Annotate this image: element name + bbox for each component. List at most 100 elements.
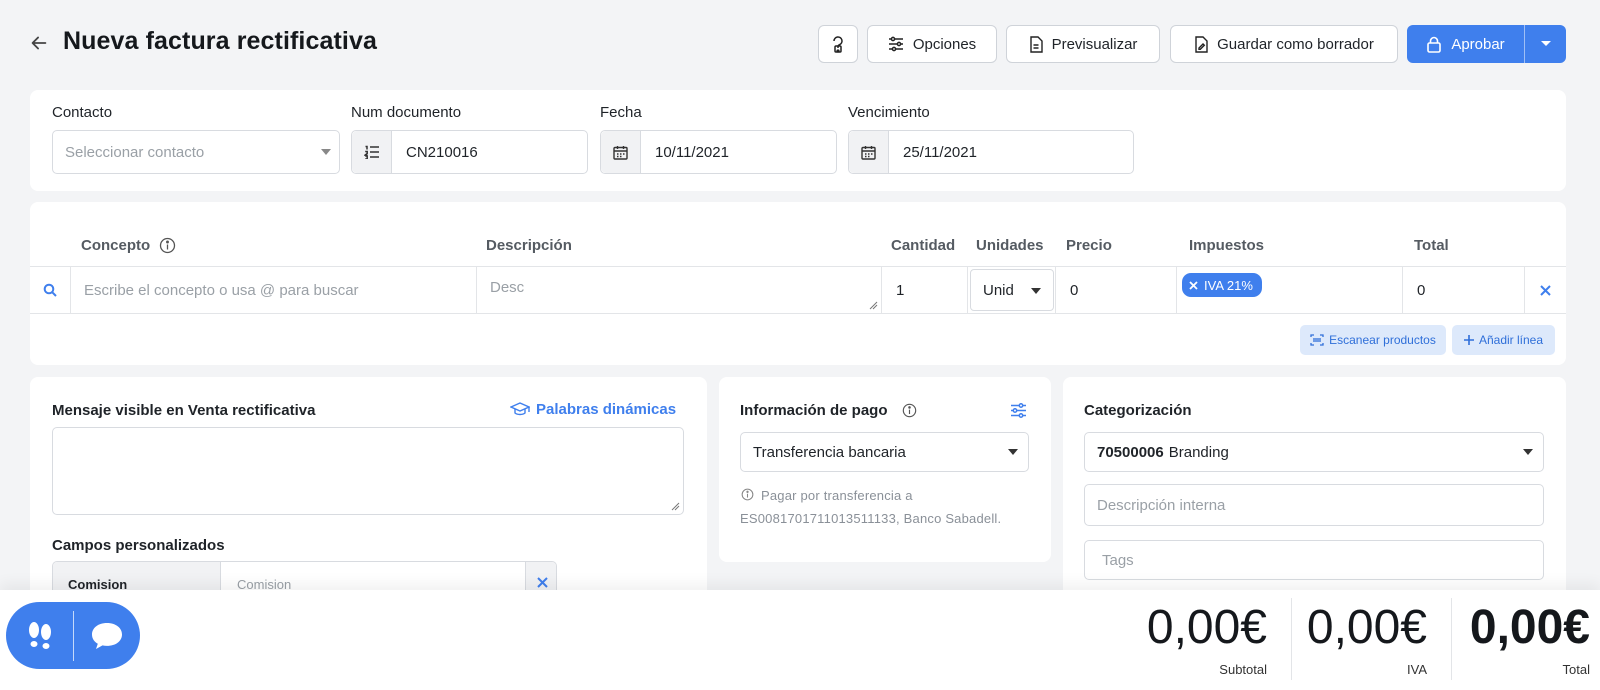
info-icon [741,488,754,501]
options-button[interactable]: Opciones [867,25,997,63]
divider [1451,598,1452,680]
tags-placeholder: Tags [1102,551,1134,569]
units-cell: Unid [967,267,1055,313]
account-name: Branding [1168,443,1229,461]
chevron-down-icon [321,149,331,155]
taxes-field[interactable]: IVA 21% [1176,267,1402,313]
footprints-icon [28,621,51,649]
quantity-input[interactable]: 1 [881,267,967,313]
tax-chip-label: IVA 21% [1204,277,1253,293]
taxes-header: Impuestos [1189,237,1265,254]
account-select[interactable]: 70500006 Branding [1084,432,1544,472]
description-placeholder: Desc [490,279,525,296]
preview-label: Previsualizar [1051,35,1138,53]
assistant-pill [6,602,140,669]
payment-method-value: Transferencia bancaria [753,443,906,461]
due-date-field[interactable]: 25/11/2021 [848,130,1134,174]
internal-description-placeholder: Descripción interna [1097,496,1226,514]
price-input[interactable]: 0 [1055,267,1176,313]
payment-title: Información de pago [740,402,888,419]
subtotal-label: Subtotal [1219,662,1267,677]
scan-products-button[interactable]: Escanear productos [1300,325,1446,355]
divider [1291,598,1292,680]
search-product-button[interactable] [30,267,70,313]
guided-tour-button[interactable] [6,602,73,669]
resize-handle-icon[interactable] [869,301,878,310]
scan-products-label: Escanear productos [1329,333,1436,347]
payment-note-line2: ES0081701711013511133, Banco Sabadell. [740,511,1002,526]
preview-button[interactable]: Previsualizar [1006,25,1160,63]
doc-number-value: CN210016 [406,143,478,161]
save-draft-button[interactable]: Guardar como borrador [1170,25,1398,63]
plus-icon [1463,335,1474,345]
settings-sliders-icon[interactable] [1010,402,1027,419]
delete-line-button[interactable] [1524,267,1566,313]
tags-input[interactable]: Tags [1084,540,1544,580]
numbered-list-icon [352,131,392,173]
description-textarea[interactable]: Desc [476,267,881,313]
date-value: 10/11/2021 [655,143,729,161]
caret-down-icon [1523,449,1533,455]
chat-button[interactable] [74,602,140,669]
page-title: Nueva factura rectificativa [63,27,377,55]
contact-select[interactable]: Seleccionar contacto [52,130,340,174]
concept-input[interactable]: Escribe el concepto o usa @ para buscar [70,267,476,313]
price-value: 0 [1070,281,1079,299]
graduation-cap-icon [510,401,530,415]
custom-fields-title: Campos personalizados [52,537,225,554]
unit-select[interactable]: Unid [970,269,1054,311]
iva-amount: 0,00€ [1306,601,1427,654]
price-header: Precio [1066,237,1112,254]
info-icon[interactable] [902,403,917,418]
internal-description-input[interactable]: Descripción interna [1084,484,1544,526]
concept-placeholder: Escribe el concepto o usa @ para buscar [84,281,359,299]
draft-document-icon [1195,35,1208,53]
doc-number-label: Num documento [351,104,462,121]
contact-placeholder: Seleccionar contacto [65,143,205,161]
date-label: Fecha [600,104,642,121]
payment-method-select[interactable]: Transferencia bancaria [740,432,1029,472]
message-textarea[interactable] [52,427,684,515]
tax-chip: IVA 21% [1182,273,1262,297]
save-draft-label: Guardar como borrador [1217,35,1374,53]
add-line-label: Añadir línea [1478,333,1544,347]
add-line-button[interactable]: Añadir línea [1452,325,1555,355]
approve-button[interactable]: Aprobar [1407,25,1525,63]
page-header: Nueva factura rectificativa Opciones Pre… [0,0,1600,88]
close-icon [1540,284,1551,296]
resize-handle-icon[interactable] [671,502,680,511]
search-icon [43,283,57,297]
back-arrow-icon[interactable] [28,32,50,54]
dynamic-words-label: Palabras dinámicas [536,401,677,418]
barcode-scan-icon [1310,334,1324,346]
chevron-down-icon [1540,41,1551,46]
dynamic-words-link[interactable]: Palabras dinámicas [510,401,676,418]
quantity-value: 1 [896,281,905,299]
approve-dropdown-button[interactable] [1525,25,1566,63]
line-total: 0 [1402,267,1524,313]
message-title: Mensaje visible en Venta rectificativa [52,402,316,419]
chevron-down-icon [1031,288,1041,294]
total-header: Total [1414,237,1449,254]
due-date-label: Vencimiento [848,104,930,121]
help-button[interactable] [818,25,858,63]
description-header: Descripción [486,237,572,254]
approve-label: Aprobar [1451,35,1505,53]
concept-header: Concepto [81,237,151,254]
close-icon [536,576,548,588]
calendar-icon [601,131,641,173]
options-label: Opciones [912,35,977,53]
remove-tax-icon[interactable] [1189,280,1198,290]
document-icon [1029,35,1043,53]
totals-bar: 0,00€ Subtotal 0,00€ IVA 0,00€ Total [0,590,1600,690]
iva-label: IVA [1407,662,1427,677]
caret-down-icon [1008,449,1018,455]
info-icon[interactable] [159,237,176,254]
date-field[interactable]: 10/11/2021 [600,130,837,174]
calendar-icon [849,131,889,173]
doc-number-field[interactable]: CN210016 [351,130,588,174]
total-label: Total [1562,662,1590,677]
subtotal-amount: 0,00€ [1146,601,1267,654]
approve-button-group: Aprobar [1407,25,1566,63]
lock-icon [1427,36,1442,53]
